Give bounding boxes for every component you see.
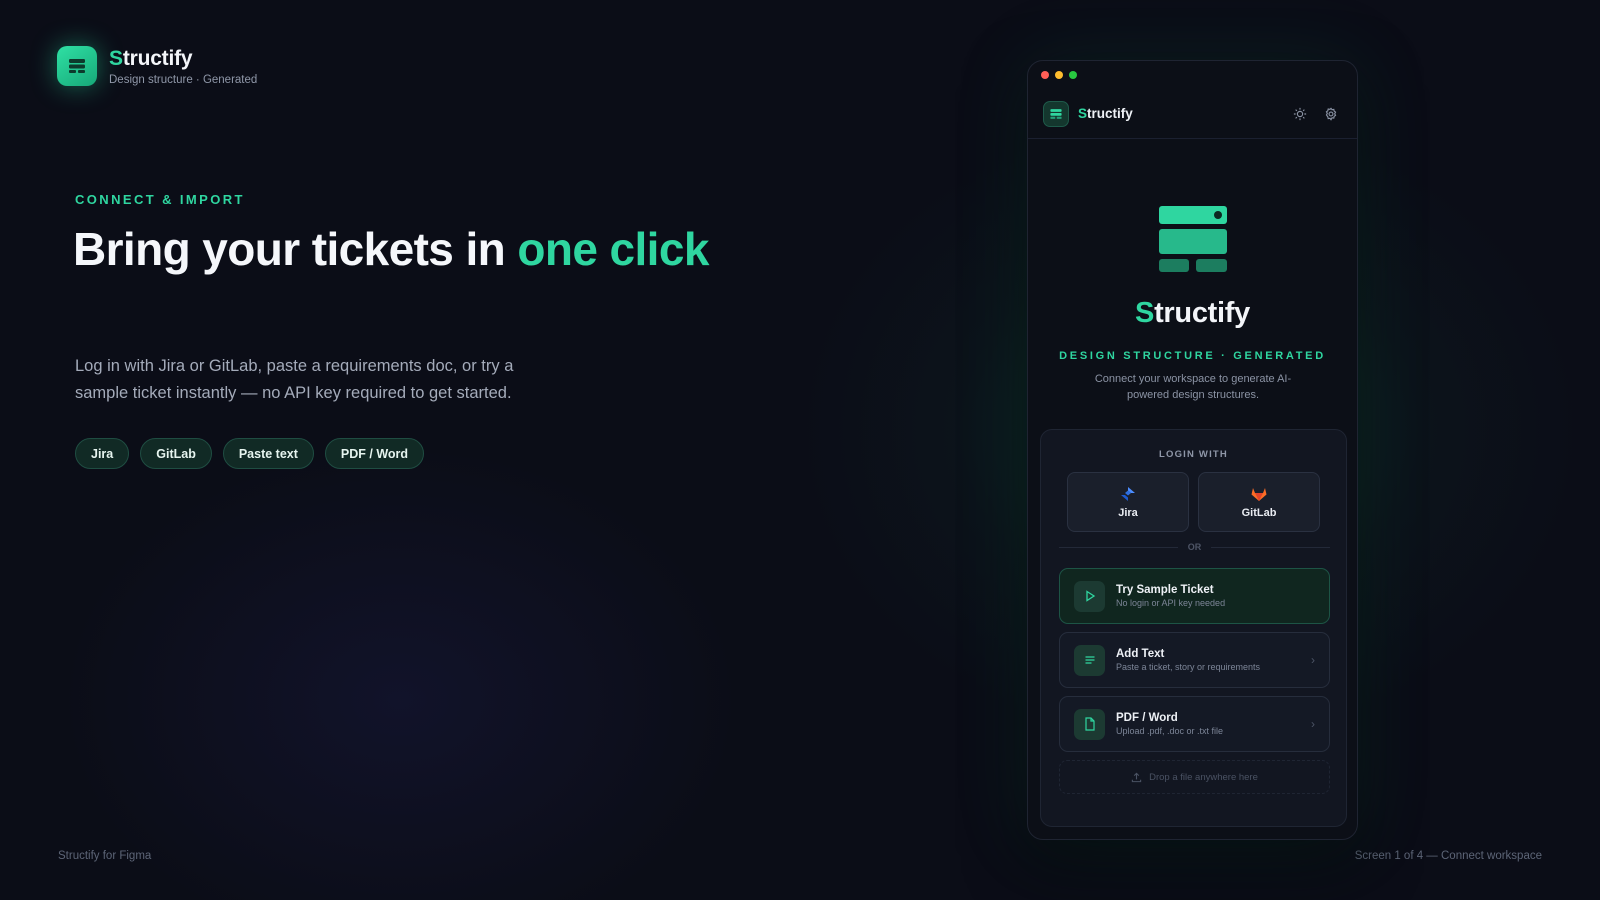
brand: Structify Design structure · Generated	[57, 46, 257, 86]
play-icon	[1074, 580, 1105, 612]
option-subtitle: Paste a ticket, story or requirements	[1116, 662, 1261, 672]
chip-gitlab: GitLab	[140, 438, 212, 469]
plugin-hero-name: Structify	[1135, 297, 1250, 329]
headline-accent: one click	[517, 223, 709, 275]
window-titlebar	[1028, 61, 1357, 89]
minimize-window-dot[interactable]	[1055, 71, 1063, 79]
feature-chips: Jira GitLab Paste text PDF / Word	[75, 438, 425, 469]
maximize-window-dot[interactable]	[1069, 71, 1077, 79]
plugin-header: Structify	[1028, 89, 1357, 139]
upload-icon	[1131, 772, 1142, 782]
close-window-dot[interactable]	[1041, 71, 1049, 79]
add-text-button[interactable]: Add Text Paste a ticket, story or requir…	[1059, 632, 1330, 688]
eyebrow: CONNECT & IMPORT	[75, 192, 245, 207]
structify-logo-icon	[1043, 100, 1069, 127]
login-gitlab-button[interactable]: GitLab	[1198, 472, 1320, 532]
settings-icon[interactable]	[1320, 103, 1342, 125]
gitlab-icon	[1251, 487, 1267, 501]
option-title: PDF / Word	[1116, 712, 1178, 724]
text-lines-icon	[1074, 644, 1105, 676]
brand-tagline: Design structure · Generated	[109, 73, 258, 86]
plugin-hero-description: Connect your workspace to generate AI-po…	[1094, 373, 1292, 401]
option-title: Add Text	[1116, 648, 1165, 660]
sun-icon[interactable]	[1289, 103, 1311, 125]
chevron-right-icon: ›	[1311, 717, 1315, 731]
option-title: Try Sample Ticket	[1116, 584, 1214, 596]
headline: Bring your tickets in one click	[73, 223, 709, 275]
drop-zone-label: Drop a file anywhere here	[1149, 771, 1258, 783]
login-with-label: LOGIN WITH	[1159, 449, 1228, 460]
or-divider: OR	[1059, 542, 1330, 552]
login-jira-label: Jira	[1118, 506, 1138, 519]
structify-logo-icon	[57, 46, 97, 86]
login-gitlab-label: GitLab	[1241, 506, 1277, 519]
hero-subtext: Log in with Jira or GitLab, paste a requ…	[75, 357, 514, 402]
chip-paste-text: Paste text	[222, 438, 314, 469]
login-jira-button[interactable]: Jira	[1067, 472, 1189, 532]
connect-card: LOGIN WITH Jira GitLab OR Try Sample Tic…	[1040, 429, 1347, 827]
chip-jira: Jira	[75, 438, 130, 469]
try-sample-ticket-button[interactable]: Try Sample Ticket No login or API key ne…	[1059, 568, 1330, 624]
pdf-word-upload-button[interactable]: PDF / Word Upload .pdf, .doc or .txt fil…	[1059, 696, 1330, 752]
jira-icon	[1121, 486, 1135, 501]
plugin-hero-tagline: DESIGN STRUCTURE · GENERATED	[1059, 350, 1326, 362]
footer-left: Structify for Figma	[58, 850, 152, 862]
option-subtitle: No login or API key needed	[1116, 598, 1226, 608]
chevron-right-icon: ›	[1311, 653, 1315, 667]
chip-pdf-word: PDF / Word	[324, 438, 425, 469]
file-drop-zone[interactable]: Drop a file anywhere here	[1059, 760, 1330, 794]
footer-right: Screen 1 of 4 — Connect workspace	[1354, 850, 1542, 862]
document-icon	[1074, 708, 1105, 740]
plugin-name: Structify	[1078, 106, 1133, 121]
structify-hero-logo-icon	[1159, 204, 1227, 277]
option-subtitle: Upload .pdf, .doc or .txt file	[1116, 726, 1224, 736]
brand-name: Structify	[109, 46, 193, 70]
plugin-window: Structify Structify DESIGN STRUCTURE · G…	[1027, 60, 1358, 840]
